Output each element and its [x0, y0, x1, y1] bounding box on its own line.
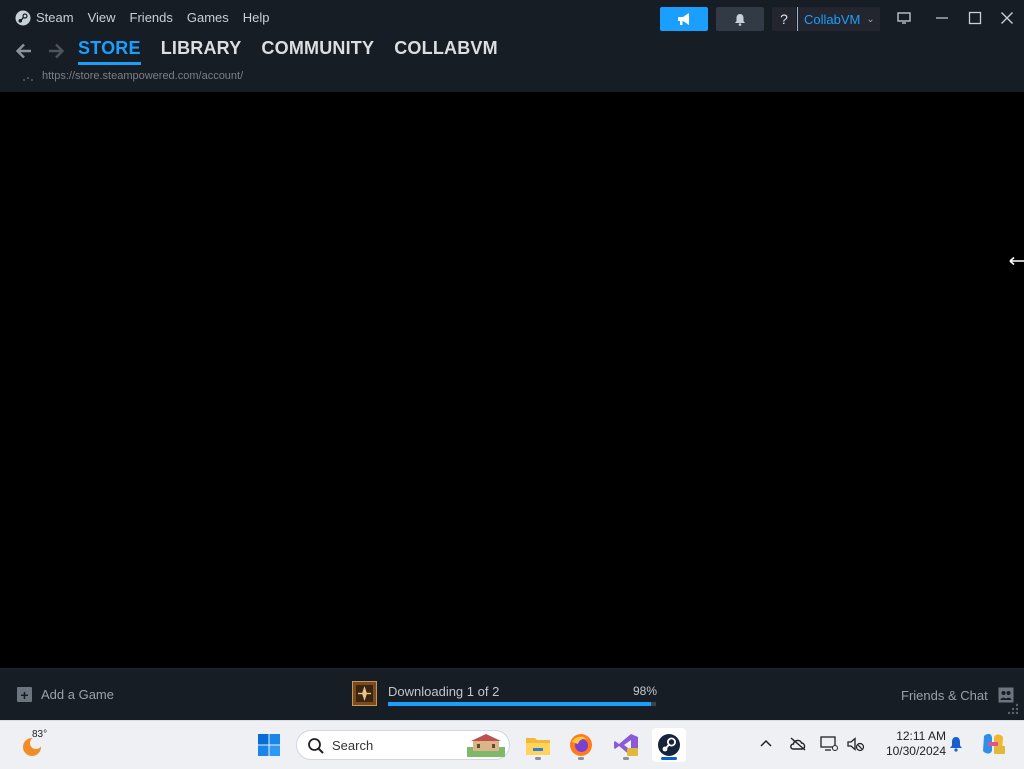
- tab-library[interactable]: LIBRARY: [161, 38, 242, 59]
- download-status[interactable]: Downloading 1 of 2: [388, 684, 499, 699]
- windows-logo-icon: [258, 734, 280, 756]
- minimize-icon: [936, 17, 948, 19]
- running-indicator: [623, 757, 629, 760]
- close-icon: [1001, 12, 1013, 24]
- account-name: CollabVM: [804, 11, 861, 27]
- chevron-down-icon: ⌄: [866, 13, 875, 25]
- monitor-icon: [897, 12, 911, 24]
- windows-taskbar: 83° Search 12:11 AM 10/30/2024: [0, 720, 1024, 769]
- active-indicator: [661, 757, 677, 760]
- game-thumbnail-icon[interactable]: [352, 681, 377, 706]
- tab-store[interactable]: STORE: [78, 38, 141, 65]
- steam-taskbar-icon: [658, 734, 680, 756]
- clock-date: 10/30/2024: [885, 744, 946, 758]
- menu-bar: Steam View Friends Games Help: [36, 10, 284, 28]
- download-progress-bar[interactable]: [388, 702, 656, 706]
- menu-view[interactable]: View: [88, 10, 116, 28]
- big-picture-button[interactable]: [891, 6, 917, 30]
- notification-bell-icon[interactable]: [949, 736, 963, 752]
- notifications-button[interactable]: [716, 7, 764, 31]
- game-emblem-icon: [356, 685, 373, 702]
- friends-chat-label: Friends & Chat: [901, 687, 988, 703]
- clock-time: 12:11 AM: [896, 729, 946, 743]
- maximize-icon: [968, 11, 982, 25]
- add-game-label: Add a Game: [41, 687, 114, 702]
- firefox-icon: [570, 734, 592, 756]
- maximize-button[interactable]: [962, 6, 988, 30]
- taskbar-steam[interactable]: [652, 728, 686, 762]
- running-indicator: [535, 757, 541, 760]
- tab-collabvm[interactable]: COLLABVM: [394, 38, 498, 59]
- search-placeholder: Search: [332, 738, 374, 753]
- steam-logo-icon[interactable]: [15, 10, 31, 26]
- friends-chat-button[interactable]: Friends & Chat: [901, 687, 1014, 703]
- close-button[interactable]: [994, 6, 1020, 30]
- friends-icon: [998, 687, 1014, 703]
- resize-cursor-icon: [1009, 256, 1024, 266]
- forward-arrow-icon[interactable]: [45, 40, 67, 62]
- store-content-area[interactable]: [0, 92, 1024, 668]
- taskbar-search[interactable]: Search: [296, 730, 510, 760]
- loading-icon: [23, 77, 33, 81]
- bottom-bar: + Add a Game Downloading 1 of 2 98% Frie…: [0, 668, 1024, 721]
- menu-steam[interactable]: Steam: [36, 10, 74, 28]
- temperature: 83°: [32, 729, 48, 740]
- steam-window: Steam View Friends Games Help ? CollabVM…: [0, 0, 1024, 721]
- visual-studio-icon: [614, 734, 638, 756]
- volume-muted-icon[interactable]: [847, 737, 865, 752]
- menu-help[interactable]: Help: [243, 10, 270, 28]
- system-clock[interactable]: 12:11 AM 10/30/2024: [876, 729, 946, 759]
- show-hidden-icons-icon[interactable]: [760, 738, 772, 748]
- url-bar[interactable]: https://store.steampowered.com/account/: [42, 70, 243, 82]
- download-progress-fill: [388, 702, 651, 706]
- minimize-button[interactable]: [929, 6, 955, 30]
- tab-community[interactable]: COMMUNITY: [261, 38, 374, 59]
- search-icon: [308, 738, 324, 754]
- account-menu[interactable]: CollabVM ⌄: [797, 7, 880, 31]
- title-bar: Steam View Friends Games Help ? CollabVM…: [0, 0, 1024, 36]
- running-indicator: [578, 757, 584, 760]
- cloud-offline-icon[interactable]: [789, 737, 807, 751]
- megaphone-icon: [678, 13, 689, 25]
- taskbar-firefox[interactable]: [564, 728, 598, 762]
- taskbar-visual-studio[interactable]: [609, 728, 643, 762]
- menu-friends[interactable]: Friends: [130, 10, 173, 28]
- download-percent: 98%: [633, 684, 658, 698]
- taskbar-file-explorer[interactable]: [521, 728, 555, 762]
- add-game-button[interactable]: + Add a Game: [17, 687, 114, 702]
- bell-icon: [735, 13, 745, 26]
- copilot-icon[interactable]: [980, 732, 1006, 756]
- plus-icon: +: [17, 687, 32, 702]
- announcements-button[interactable]: [660, 7, 708, 31]
- resize-grip-icon[interactable]: [1006, 702, 1020, 716]
- search-highlight-image-icon: [467, 734, 505, 757]
- start-button[interactable]: [252, 728, 286, 762]
- back-arrow-icon[interactable]: [13, 40, 35, 62]
- help-button[interactable]: ?: [772, 7, 796, 31]
- main-tabs: STORE LIBRARY COMMUNITY COLLABVM: [78, 38, 518, 65]
- menu-games[interactable]: Games: [187, 10, 229, 28]
- network-icon[interactable]: [820, 736, 838, 752]
- folder-icon: [526, 738, 550, 755]
- nav-row: STORE LIBRARY COMMUNITY COLLABVM: [0, 36, 1024, 68]
